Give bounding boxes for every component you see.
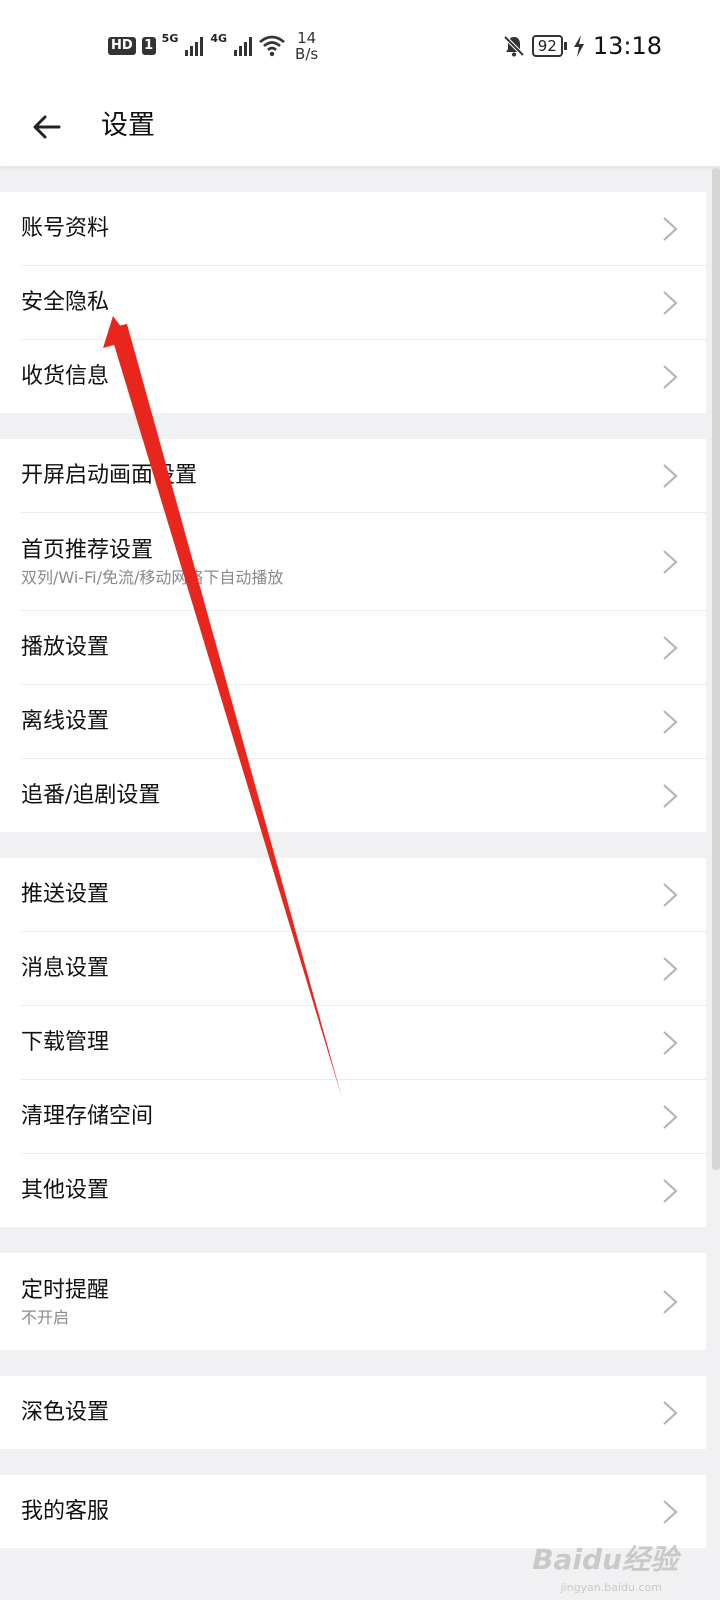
settings-item[interactable]: 推送设置 xyxy=(0,858,706,931)
scrollbar[interactable] xyxy=(712,168,720,1170)
settings-item-label: 清理存储空间 xyxy=(21,1103,154,1129)
wifi-icon xyxy=(259,35,285,57)
settings-item-text: 推送设置 xyxy=(0,880,109,910)
settings-item[interactable]: 其他设置 xyxy=(0,1154,706,1227)
settings-item[interactable]: 播放设置 xyxy=(0,611,706,684)
settings-item[interactable]: 账号资料 xyxy=(0,192,706,265)
settings-item-text: 下载管理 xyxy=(0,1028,109,1058)
settings-item-label: 下载管理 xyxy=(21,1029,110,1055)
settings-item-label: 深色设置 xyxy=(21,1399,110,1425)
chevron-right-icon xyxy=(663,463,678,488)
network-speed: 14 B/s xyxy=(295,30,318,62)
settings-item-text: 收货信息 xyxy=(0,362,109,392)
settings-item[interactable]: 清理存储空间 xyxy=(0,1080,706,1153)
chevron-right-icon xyxy=(663,290,678,315)
settings-item-subtitle: 双列/Wi-Fi/免流/移动网络下自动播放 xyxy=(21,567,284,587)
settings-group: 定时提醒 不开启 xyxy=(0,1253,706,1350)
settings-item-label: 开屏启动画面设置 xyxy=(21,462,198,488)
settings-item-label: 首页推荐设置 xyxy=(21,537,154,563)
status-right: 92 13:18 xyxy=(502,28,662,64)
settings-group: 账号资料安全隐私收货信息 xyxy=(0,192,706,413)
chevron-right-icon xyxy=(663,1400,678,1425)
settings-item-label: 推送设置 xyxy=(21,881,110,907)
chevron-right-icon xyxy=(663,1499,678,1524)
sim-badge: 1 xyxy=(141,37,156,55)
settings-item-text: 安全隐私 xyxy=(0,288,109,318)
settings-list: 账号资料安全隐私收货信息开屏启动画面设置 首页推荐设置双列/Wi-Fi/免流/移动… xyxy=(0,192,706,1574)
settings-item-label: 收货信息 xyxy=(21,363,110,389)
chevron-right-icon xyxy=(663,364,678,389)
chevron-right-icon xyxy=(663,783,678,808)
status-bar: HD 1 5G 4G 14 B/s 92 13:18 xyxy=(0,0,720,88)
settings-item-label: 安全隐私 xyxy=(21,289,110,315)
arrow-left-icon[interactable] xyxy=(28,107,68,147)
settings-item-label: 我的客服 xyxy=(21,1498,110,1524)
settings-item[interactable]: 定时提醒 不开启 xyxy=(0,1253,706,1350)
settings-item-text: 账号资料 xyxy=(0,214,109,244)
settings-item[interactable]: 安全隐私 xyxy=(0,266,706,339)
settings-item-text: 清理存储空间 xyxy=(0,1102,153,1132)
settings-item-text: 追番/追剧设置 xyxy=(0,781,160,811)
battery-tip xyxy=(563,42,567,50)
chevron-right-icon xyxy=(663,1178,678,1203)
chevron-right-icon xyxy=(663,709,678,734)
signal-icon xyxy=(185,37,204,56)
settings-item-text: 离线设置 xyxy=(0,707,109,737)
settings-item[interactable]: 离线设置 xyxy=(0,685,706,758)
baidu-watermark-url: jingyan.baidu.com xyxy=(560,1581,662,1594)
speed-value: 14 xyxy=(297,29,317,47)
settings-group: 推送设置消息设置下载管理清理存储空间 其他设置 xyxy=(0,858,706,1227)
chevron-right-icon xyxy=(663,549,678,574)
settings-item-label: 播放设置 xyxy=(21,634,110,660)
settings-item-label: 离线设置 xyxy=(21,708,110,734)
chevron-right-icon xyxy=(663,1104,678,1129)
baidu-watermark: Baidu经验 xyxy=(532,1543,678,1576)
chevron-right-icon xyxy=(663,216,678,241)
settings-item[interactable]: 首页推荐设置双列/Wi-Fi/免流/移动网络下自动播放 xyxy=(0,513,706,610)
settings-item-label: 消息设置 xyxy=(21,955,110,981)
signal-icon xyxy=(234,37,253,56)
app-header: 设置 xyxy=(0,88,720,166)
settings-item-text: 深色设置 xyxy=(0,1398,109,1428)
settings-item[interactable]: 深色设置 xyxy=(0,1376,706,1449)
settings-group: 开屏启动画面设置 首页推荐设置双列/Wi-Fi/免流/移动网络下自动播放播放设置离… xyxy=(0,439,706,832)
page-title: 设置 xyxy=(101,110,155,141)
hd-badge: HD xyxy=(108,37,136,55)
settings-item-text: 定时提醒 不开启 xyxy=(0,1276,109,1328)
settings-item-subtitle: 不开启 xyxy=(21,1307,70,1327)
battery-level: 92 xyxy=(531,35,563,57)
chevron-right-icon xyxy=(663,882,678,907)
status-left: HD 1 5G 4G 14 B/s xyxy=(108,28,318,64)
settings-item-label: 账号资料 xyxy=(21,215,110,241)
settings-item[interactable]: 收货信息 xyxy=(0,340,706,413)
battery-indicator: 92 xyxy=(531,35,567,57)
clock: 13:18 xyxy=(592,32,662,60)
settings-item-label: 定时提醒 xyxy=(21,1277,110,1303)
settings-item-text: 其他设置 xyxy=(0,1176,109,1206)
network-5g-label: 5G xyxy=(161,31,179,45)
chevron-right-icon xyxy=(663,1030,678,1055)
settings-item-text: 消息设置 xyxy=(0,954,109,984)
chevron-right-icon xyxy=(663,635,678,660)
speed-unit: B/s xyxy=(295,45,319,63)
settings-item[interactable]: 消息设置 xyxy=(0,932,706,1005)
settings-item[interactable]: 追番/追剧设置 xyxy=(0,759,706,832)
network-4g-label: 4G xyxy=(210,31,228,45)
settings-group: 深色设置 xyxy=(0,1376,706,1449)
bell-muted-icon xyxy=(503,35,525,57)
settings-item[interactable]: 下载管理 xyxy=(0,1006,706,1079)
settings-item-text: 首页推荐设置双列/Wi-Fi/免流/移动网络下自动播放 xyxy=(0,536,283,588)
chevron-right-icon xyxy=(663,956,678,981)
settings-item-label: 其他设置 xyxy=(21,1177,110,1203)
settings-item-label: 追番/追剧设置 xyxy=(21,782,161,808)
chevron-right-icon xyxy=(663,1289,678,1314)
settings-item-text: 播放设置 xyxy=(0,633,109,663)
settings-item-text: 我的客服 xyxy=(0,1497,109,1527)
settings-item-text: 开屏启动画面设置 xyxy=(0,461,197,491)
charging-icon xyxy=(573,35,584,57)
settings-item[interactable]: 开屏启动画面设置 xyxy=(0,439,706,512)
